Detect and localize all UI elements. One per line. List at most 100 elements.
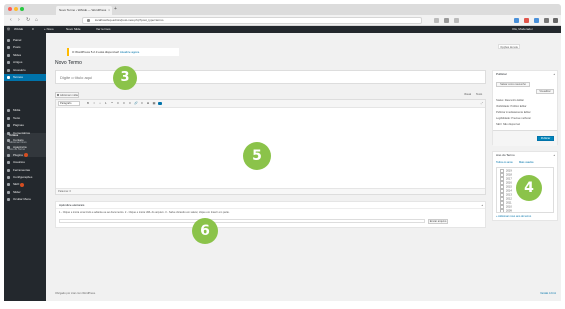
- update-notice-text: O WordPress 5.2.3 está disponível!: [72, 50, 120, 54]
- browser-toolbar: ‹ › ↻ ⌂ localhost/wp-admin/post-new.php?…: [4, 15, 561, 26]
- toolbar-button[interactable]: ⊞: [146, 101, 150, 106]
- mail-icon: [7, 139, 10, 142]
- extension-icon[interactable]: [534, 18, 539, 23]
- sidebar-item-artigos[interactable]: Artigos: [4, 59, 46, 66]
- seo-status: SEO: Não disponível: [496, 123, 521, 126]
- browser-tab[interactable]: Novo Termo ‹ WAGE — WordPress ×: [56, 6, 112, 15]
- year-box-title: Ano do Termo: [496, 153, 515, 157]
- update-badge: [20, 182, 25, 187]
- extension-icon[interactable]: [454, 18, 459, 23]
- editor-toolbar: Parágrafo ⤢ B I • 1. ❝ ≡ ≡ ≡ 🔗 ≡ ⊞ ▦: [56, 100, 485, 108]
- save-draft-button[interactable]: Salvar como rascunho: [496, 82, 530, 87]
- users-icon: [7, 161, 10, 165]
- sidebar-item-apar-ncia[interactable]: Aparência: [4, 144, 46, 151]
- toggle-arrow-icon[interactable]: ▴: [481, 203, 483, 207]
- add-media-button[interactable]: Adicionar mídia: [55, 92, 79, 98]
- menu-icon[interactable]: [553, 18, 558, 23]
- toolbar-button[interactable]: •: [98, 101, 102, 106]
- site-name[interactable]: WAGE: [14, 26, 23, 33]
- toolbar-button[interactable]: ❝: [110, 101, 114, 106]
- close-tab-icon[interactable]: ×: [108, 6, 110, 15]
- sidebar-item-label: Painel: [13, 38, 22, 42]
- reload-icon[interactable]: ↻: [26, 17, 30, 23]
- upload-file-button[interactable]: Enviar arquivo: [428, 219, 448, 224]
- forward-icon[interactable]: ›: [18, 17, 20, 23]
- browser-tab-bar: Novo Termo ‹ WAGE — WordPress × +: [4, 4, 561, 15]
- format-select[interactable]: Parágrafo: [58, 101, 80, 106]
- comments-count[interactable]: 0: [32, 26, 34, 33]
- toggle-arrow-icon[interactable]: ▴: [553, 153, 555, 157]
- back-icon[interactable]: ‹: [10, 17, 12, 23]
- sidebar-item-m-dia[interactable]: Mídia: [4, 107, 46, 114]
- sidebar-item-coment-rios[interactable]: Comentários: [4, 130, 46, 137]
- update-now-link[interactable]: Atualize agora.: [120, 50, 140, 54]
- seo-icon: [7, 183, 10, 187]
- sidebar-item-p-ginas[interactable]: Páginas: [4, 122, 46, 129]
- preview-button[interactable]: Visualizar: [536, 89, 554, 94]
- extension-icon[interactable]: [524, 18, 529, 23]
- tab-visual[interactable]: Visual: [464, 93, 471, 96]
- admin-bar-item[interactable]: Ver termos: [96, 26, 111, 33]
- sidebar-item-plugins[interactable]: Plugins: [4, 152, 46, 159]
- sidebar-item-label: Configurações: [13, 175, 33, 179]
- toolbar-button[interactable]: I: [92, 101, 96, 106]
- media-icon: [57, 94, 59, 96]
- toggle-arrow-icon[interactable]: ▴: [553, 72, 555, 76]
- home-icon[interactable]: ⌂: [35, 17, 38, 23]
- sidebar-item-posts[interactable]: Posts: [4, 44, 46, 51]
- close-window-icon[interactable]: [8, 7, 12, 11]
- screen-options-button[interactable]: Opções de tela: [498, 44, 520, 49]
- address-bar[interactable]: localhost/wp-admin/post-new.php?post_typ…: [82, 17, 422, 24]
- toolbar-button[interactable]: B: [86, 101, 90, 106]
- tab-text[interactable]: Texto: [476, 93, 482, 96]
- sidebar-item-ferramentas[interactable]: Ferramentas: [4, 167, 46, 174]
- toolbar-button[interactable]: ≡: [122, 101, 126, 106]
- extension-icon[interactable]: [514, 18, 519, 23]
- toolbar-button[interactable]: 🔗: [134, 101, 138, 106]
- expand-toolbar-icon[interactable]: ⤢: [481, 101, 483, 105]
- sidebar-item-label: Ferramentas: [13, 167, 31, 172]
- update-badge: [23, 153, 28, 157]
- marker-6: 6: [192, 218, 218, 244]
- new-content-menu[interactable]: + Novo: [44, 26, 54, 33]
- sidebar-item-slides[interactable]: Slides: [4, 52, 46, 59]
- book-icon: [7, 68, 10, 72]
- add-new-year-link[interactable]: + Adicionar novo ano do termo: [496, 215, 531, 218]
- new-tab-icon[interactable]: +: [114, 6, 117, 12]
- marker-3: 3: [113, 66, 137, 90]
- sidebar-item-texto[interactable]: Texto: [4, 115, 46, 122]
- user-greeting[interactable]: Olá, Moderador: [512, 26, 533, 33]
- tab-popular-years[interactable]: Mais usados: [519, 161, 534, 164]
- file-url-input[interactable]: [59, 219, 425, 223]
- sidebar-item-seo[interactable]: SEO: [4, 181, 46, 188]
- sidebar-item-ocultar-menu[interactable]: Ocultar Menu: [4, 196, 46, 203]
- checkbox[interactable]: [500, 209, 504, 212]
- sidebar-item-slider[interactable]: Slider: [4, 189, 46, 196]
- tab-all-years[interactable]: Todos os anos: [496, 161, 513, 164]
- sidebar-item-label: Artigos: [13, 60, 23, 65]
- toolbar-button[interactable]: ≡: [116, 101, 120, 106]
- sidebar-item-configura-es[interactable]: Configurações: [4, 174, 46, 181]
- publish-button[interactable]: Publicar: [537, 136, 554, 141]
- sidebar-item-contato[interactable]: Contato: [4, 137, 46, 144]
- post-status: Status: Rascunho Editar: [496, 99, 524, 102]
- toolbar-button[interactable]: ≡: [140, 101, 144, 106]
- sidebar-item-termos[interactable]: Termos: [4, 74, 46, 81]
- content-editor[interactable]: Parágrafo ⤢ B I • 1. ❝ ≡ ≡ ≡ 🔗 ≡ ⊞ ▦ Palavras: 0: [55, 99, 486, 195]
- sidebar-item-usu-rios[interactable]: Usuários: [4, 159, 46, 166]
- sidebar-item-painel[interactable]: Painel: [4, 37, 46, 44]
- toolbar-button[interactable]: [158, 102, 162, 105]
- maximize-window-icon[interactable]: [20, 7, 24, 11]
- sidebar-item-gloss-rio[interactable]: Glossário: [4, 67, 46, 74]
- year-checkbox-item[interactable]: 2009: [500, 209, 512, 212]
- profile-icon[interactable]: [544, 18, 549, 23]
- toolbar-button[interactable]: ▦: [152, 101, 156, 106]
- extension-icon[interactable]: [434, 18, 439, 23]
- wordpress-logo-icon[interactable]: Ⓦ: [7, 26, 10, 33]
- terms-icon: [7, 76, 10, 79]
- toolbar-button[interactable]: 1.: [104, 101, 108, 106]
- admin-bar-item[interactable]: Novo Slide: [66, 26, 81, 33]
- toolbar-button[interactable]: ≡: [128, 101, 132, 106]
- bookmark-icon[interactable]: [444, 18, 449, 23]
- minimize-window-icon[interactable]: [14, 7, 18, 11]
